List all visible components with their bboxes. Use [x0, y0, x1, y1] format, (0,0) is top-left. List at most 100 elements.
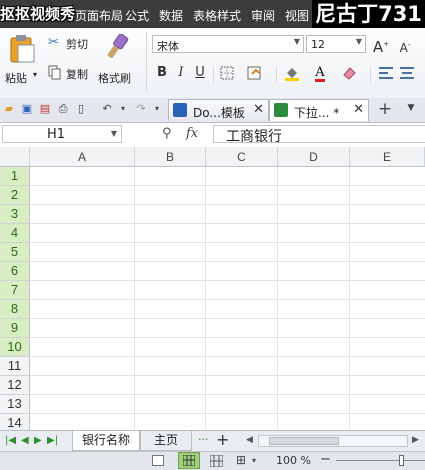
font-color-button[interactable]: A	[311, 64, 329, 82]
column-header-a[interactable]: A	[30, 147, 135, 167]
zoom-out-button[interactable]: −	[320, 452, 331, 467]
row-header[interactable]: 3	[0, 205, 30, 224]
tab-document-template[interactable]: Do...模板 ✕	[168, 99, 269, 121]
italic-button[interactable]: I	[172, 64, 190, 82]
select-all-corner[interactable]	[0, 147, 30, 167]
paste-button[interactable]: 粘贴 ▾	[3, 32, 43, 94]
row-header[interactable]: 2	[0, 186, 30, 205]
document-tab-bar: ▰ ▣ ▤ ⎙ ▯ ↶ ▾ ↷ ▾ Do...模板 ✕ 下拉... * ✕ + …	[0, 98, 425, 123]
paste-dropdown-icon: ▾	[33, 70, 38, 79]
undo-icon[interactable]: ↶	[100, 102, 114, 116]
eraser-icon	[343, 67, 356, 80]
menu-formula[interactable]: 公式	[125, 7, 149, 24]
sheet-tab-active[interactable]: 银行名称	[72, 431, 140, 451]
cell-style-button[interactable]	[246, 64, 264, 82]
align-left-button[interactable]	[377, 64, 395, 82]
scroll-left-icon[interactable]: ◀	[246, 435, 253, 445]
undo-dropdown-icon[interactable]: ▾	[116, 102, 130, 116]
underline-button[interactable]: U	[191, 64, 209, 82]
row-header[interactable]: 6	[0, 262, 30, 281]
menu-data[interactable]: 数据	[159, 7, 183, 24]
normal-view-button[interactable]	[152, 455, 164, 466]
redo-icon[interactable]: ↷	[134, 102, 148, 116]
bold-button[interactable]: B	[153, 64, 171, 82]
menu-table-style[interactable]: 表格样式	[193, 7, 241, 24]
row-header[interactable]: 7	[0, 281, 30, 300]
paste-label: 粘贴	[5, 72, 27, 85]
border-button[interactable]	[218, 64, 236, 82]
fill-color-button[interactable]	[283, 64, 301, 82]
row-gridline	[30, 299, 425, 300]
sheet-tab-home[interactable]: 主页	[140, 431, 192, 451]
print-icon[interactable]: ⎙	[56, 102, 70, 116]
row-header[interactable]: 4	[0, 224, 30, 243]
row-header[interactable]: 14	[0, 414, 30, 430]
clear-format-button[interactable]	[340, 64, 358, 82]
zoom-level[interactable]: 100 %	[276, 454, 311, 467]
row-header[interactable]: 9	[0, 319, 30, 338]
menu-view[interactable]: 视图	[285, 7, 309, 24]
cut-label: 剪切	[66, 38, 88, 51]
print-preview-icon[interactable]: ▯	[74, 102, 88, 116]
font-grow-button[interactable]: A+	[372, 35, 390, 56]
row-header[interactable]: 8	[0, 300, 30, 319]
row-gridline	[30, 261, 425, 262]
close-icon[interactable]: ✕	[253, 102, 264, 117]
column-header-b[interactable]: B	[135, 147, 206, 167]
scroll-right-icon[interactable]: ▶	[412, 435, 419, 445]
full-screen-icon[interactable]: ⊞	[236, 453, 246, 467]
wps-sheet-icon	[274, 103, 288, 117]
copy-button[interactable]: 复制	[46, 64, 94, 82]
menu-page-layout[interactable]: 页面布局	[75, 7, 123, 24]
chevron-down-icon[interactable]: ▾	[252, 456, 256, 465]
row-header[interactable]: 5	[0, 243, 30, 262]
horizontal-scrollbar[interactable]	[258, 435, 408, 447]
spreadsheet-grid[interactable]: A B C D E 1 2 3 4 5 6 7 8 9 10 11 12 13 …	[0, 147, 425, 430]
row-header[interactable]: 11	[0, 357, 30, 376]
row-header[interactable]: 12	[0, 376, 30, 395]
align-center-button[interactable]	[398, 64, 416, 82]
add-sheet-button[interactable]: +	[216, 430, 229, 449]
save-icon[interactable]: ▣	[20, 102, 34, 116]
chevron-down-icon: ▼	[110, 129, 117, 138]
font-shrink-button[interactable]: A-	[396, 36, 414, 55]
zoom-slider-thumb[interactable]	[399, 455, 404, 466]
font-size-select[interactable]: 12 ▼	[306, 35, 366, 53]
open-folder-icon[interactable]: ▰	[2, 102, 16, 116]
column-header-c[interactable]: C	[206, 147, 278, 167]
page-layout-view-button[interactable]	[178, 452, 200, 469]
column-header-e[interactable]: E	[350, 147, 425, 167]
tab-list-dropdown-icon[interactable]: ▼	[404, 101, 418, 115]
format-painter-button[interactable]: 格式刷	[97, 32, 137, 94]
ribbon-separator	[276, 66, 277, 82]
close-icon[interactable]: ✕	[353, 102, 364, 117]
export-pdf-icon[interactable]: ▤	[38, 102, 52, 116]
last-sheet-icon[interactable]: ▶|	[47, 435, 58, 446]
zoom-slider[interactable]	[336, 460, 425, 461]
tab-spreadsheet[interactable]: 下拉... * ✕	[269, 99, 369, 121]
scrollbar-thumb[interactable]	[269, 437, 339, 445]
next-sheet-icon[interactable]: ▶	[34, 435, 42, 446]
border-icon	[220, 66, 234, 80]
row-header[interactable]: 13	[0, 395, 30, 414]
column-header-d[interactable]: D	[278, 147, 350, 167]
new-tab-button[interactable]: +	[376, 100, 394, 118]
font-name-select[interactable]: 宋体 ▼	[152, 35, 304, 53]
zoom-search-icon[interactable]: ⚲	[162, 126, 172, 141]
formula-input[interactable]: 工商银行	[213, 125, 425, 145]
first-sheet-icon[interactable]: |◀	[5, 435, 16, 446]
page-break-view-icon[interactable]	[210, 455, 223, 467]
more-sheets-button[interactable]: ···	[198, 433, 209, 446]
insert-function-button[interactable]: fx	[186, 126, 198, 141]
redo-dropdown-icon[interactable]: ▾	[150, 102, 164, 116]
menu-review[interactable]: 审阅	[251, 7, 275, 24]
format-painter-label: 格式刷	[98, 72, 131, 85]
row-header[interactable]: 10	[0, 338, 30, 357]
font-size-value: 12	[311, 38, 325, 51]
row-gridline	[30, 375, 425, 376]
prev-sheet-icon[interactable]: ◀	[21, 435, 29, 446]
row-header[interactable]: 1	[0, 167, 30, 186]
cut-button[interactable]: ✂ 剪切	[46, 34, 94, 52]
brush-icon	[107, 34, 129, 59]
name-box[interactable]: H1 ▼	[2, 125, 122, 143]
